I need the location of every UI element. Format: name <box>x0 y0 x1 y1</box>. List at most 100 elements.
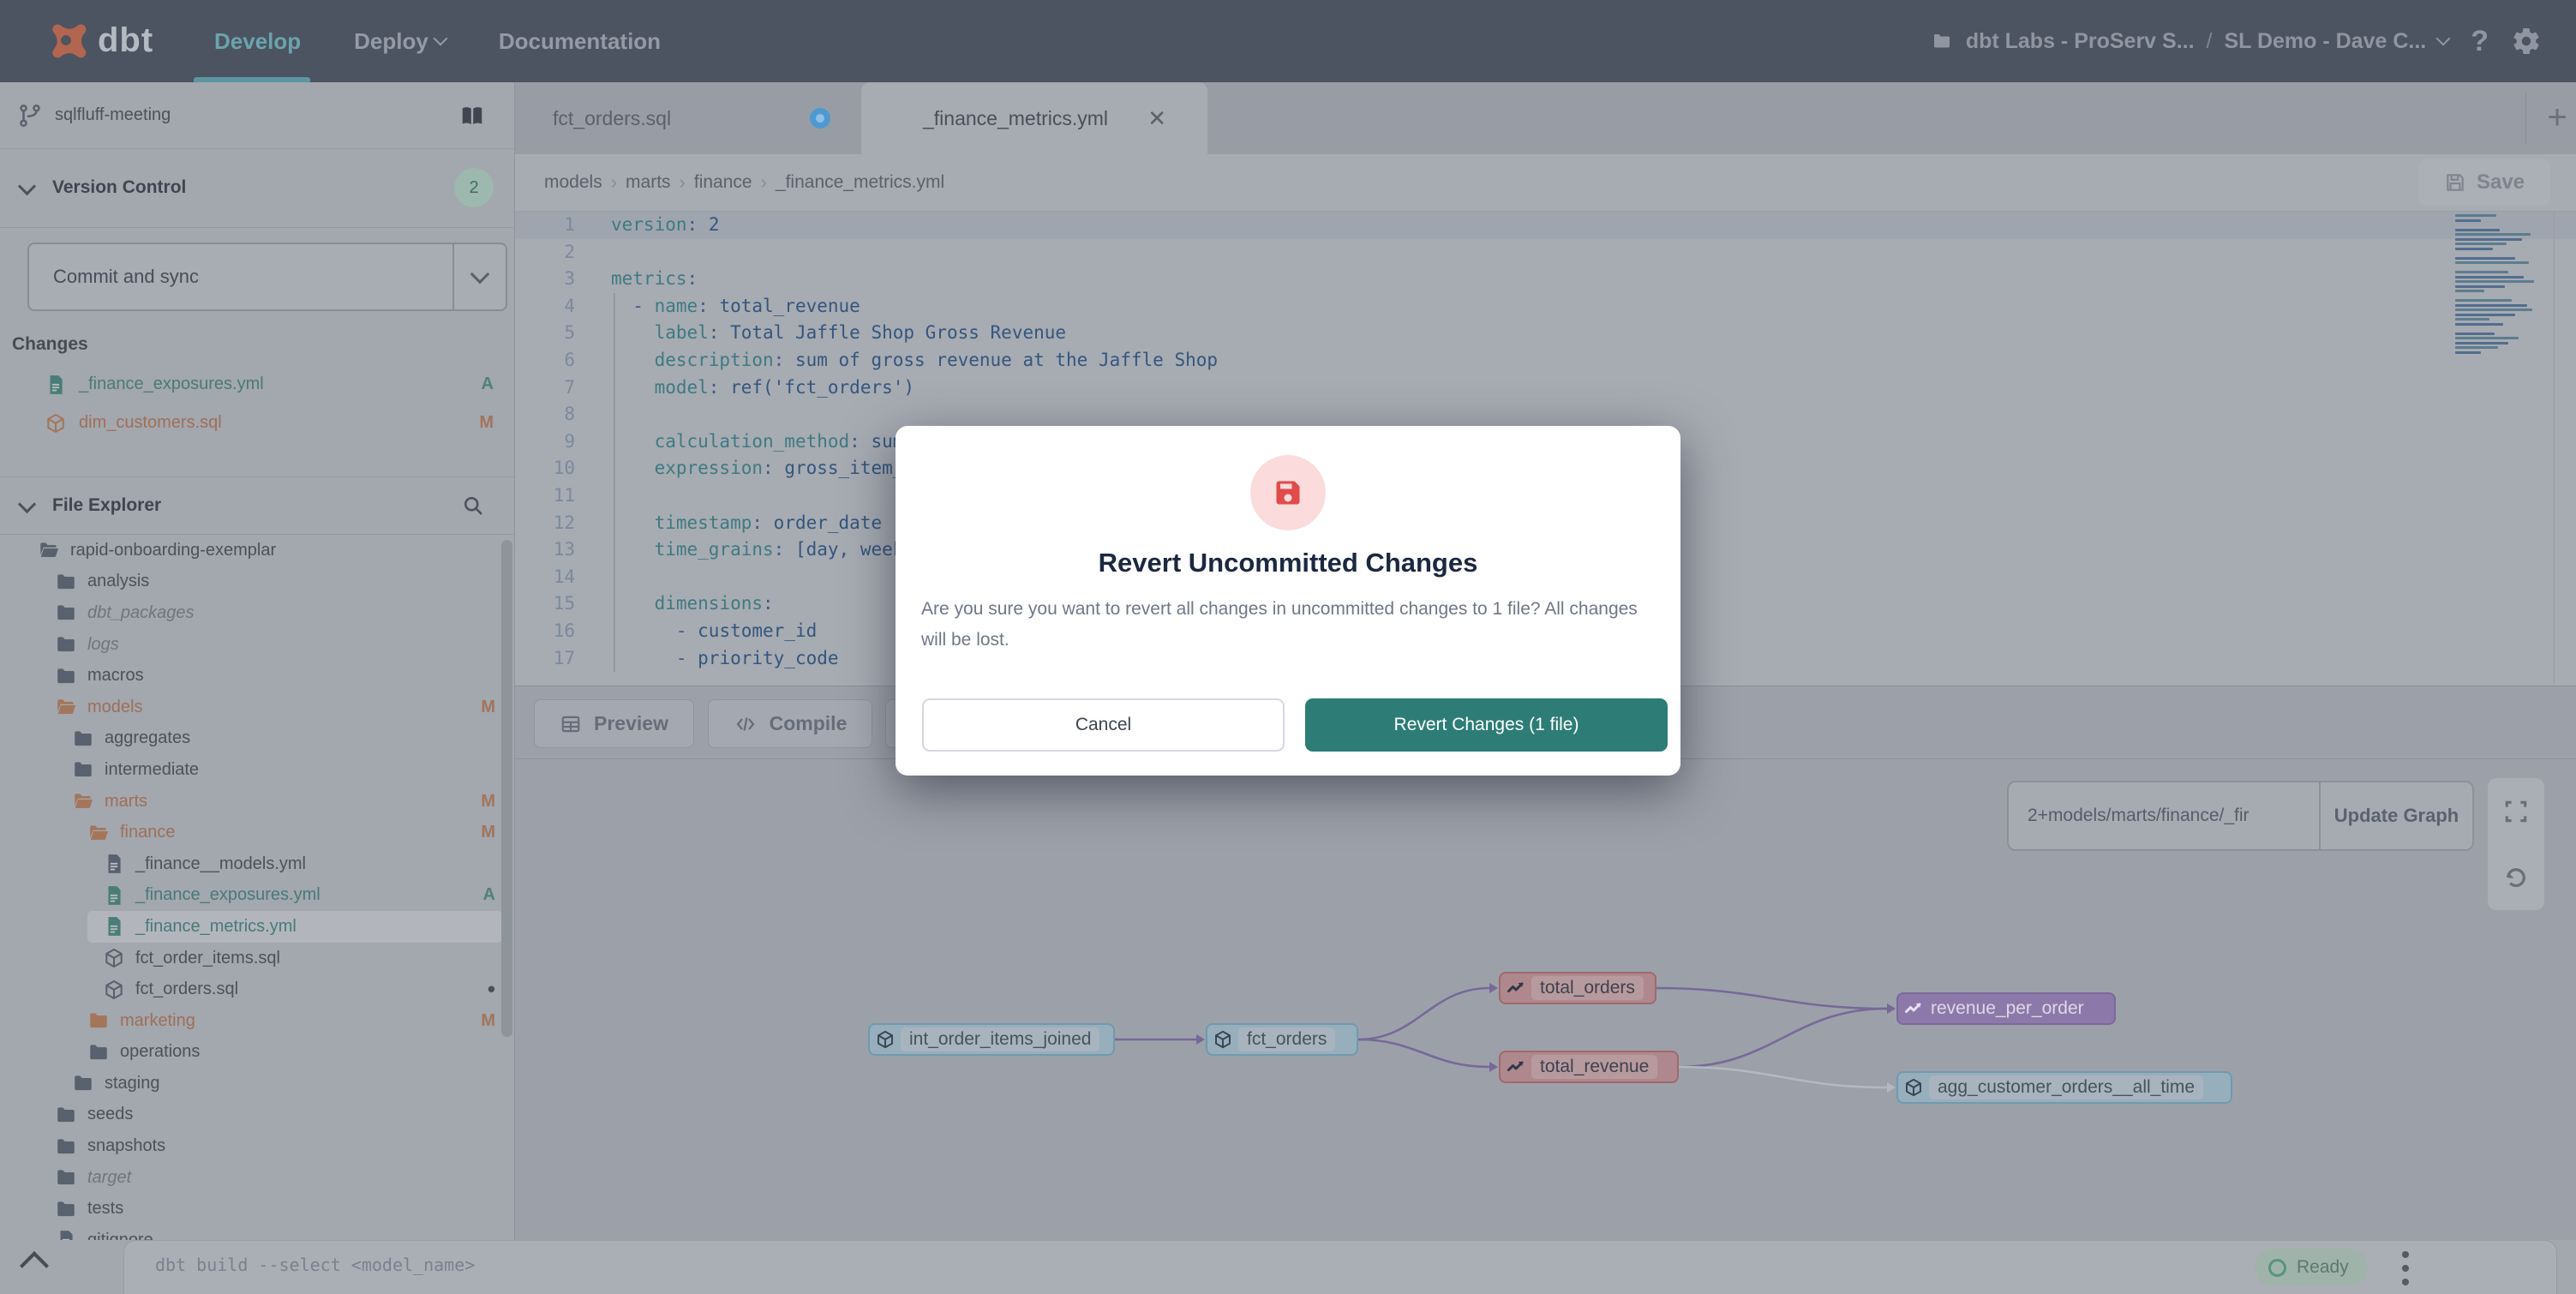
code-line-1[interactable]: 1version: 2 <box>515 212 2576 239</box>
close-icon[interactable]: ✕ <box>1147 107 1166 129</box>
new-tab-button[interactable]: + <box>2537 98 2576 137</box>
command-bar[interactable]: dbt build --select <model_name> Ready <box>123 1240 2557 1294</box>
chevron-up-icon[interactable] <box>20 1251 49 1280</box>
file-tree-item-fct-order-items-sql[interactable]: fct_order_items.sql <box>0 943 514 974</box>
branch-name[interactable]: sqlfluff-meeting <box>55 105 171 125</box>
file-tree-item-models[interactable]: modelsM <box>0 692 514 723</box>
unsaved-indicator[interactable] <box>810 108 830 129</box>
file-tree-label: logs <box>87 635 119 655</box>
file-tree-item-snapshots[interactable]: snapshots <box>0 1130 514 1162</box>
update-graph-button[interactable]: Update Graph <box>2321 782 2472 849</box>
command-input-placeholder[interactable]: dbt build --select <model_name> <box>155 1255 475 1275</box>
breadcrumb-item[interactable]: _finance_metrics.yml <box>776 172 944 193</box>
changed-file-name: _finance_exposures.yml <box>79 374 264 394</box>
refresh-icon[interactable] <box>2502 864 2530 891</box>
menu-develop[interactable]: Develop <box>214 28 301 55</box>
file-tree-item-tests[interactable]: tests <box>0 1193 514 1225</box>
code-line-5[interactable]: 5 label: Total Jaffle Shop Gross Revenue <box>515 320 2576 347</box>
file-tree-item-analysis[interactable]: analysis <box>0 566 514 598</box>
tab-fct-orders[interactable]: fct_orders.sql <box>515 82 861 154</box>
file-tree-item-logs[interactable]: logs <box>0 629 514 661</box>
project-name[interactable]: SL Demo - Dave C... <box>2225 29 2427 54</box>
file-explorer-section-header[interactable]: File Explorer <box>0 476 514 535</box>
file-tree-item-fct-orders-sql[interactable]: fct_orders.sql• <box>0 973 514 1005</box>
gear-icon[interactable] <box>2511 26 2542 57</box>
code-line-7[interactable]: 7 model: ref('fct_orders') <box>515 374 2576 402</box>
breadcrumb-item[interactable]: models <box>544 172 602 193</box>
file-tree-item-operations[interactable]: operations <box>0 1037 514 1069</box>
file-tree-item-macros[interactable]: macros <box>0 660 514 692</box>
file-tree-item-marketing[interactable]: marketingM <box>0 1005 514 1037</box>
lineage-graph-pane[interactable]: int_order_items_joined fct_orders total_or… <box>515 759 2576 1240</box>
editor-minimap[interactable] <box>2455 214 2534 309</box>
lineage-node-agg_customer_orders__all_time[interactable]: agg_customer_orders__all_time <box>1896 1071 2232 1104</box>
line-number: 7 <box>515 374 575 402</box>
file-tree-label: tests <box>87 1199 123 1219</box>
lineage-node-total_orders[interactable]: total_orders <box>1499 972 1656 1004</box>
menu-deploy[interactable]: Deploy <box>354 28 446 55</box>
file-tree-item-intermediate[interactable]: intermediate <box>0 754 514 786</box>
revert-changes-button[interactable]: Revert Changes (1 file) <box>1305 698 1668 752</box>
doc-icon <box>103 915 125 938</box>
kebab-menu-icon[interactable] <box>2400 1251 2411 1285</box>
file-tree-item--finance-metrics-yml[interactable]: _finance_metrics.yml <box>87 911 502 943</box>
line-number: 5 <box>515 320 575 347</box>
file-tree-item-marts[interactable]: martsM <box>0 786 514 818</box>
indent-guide <box>614 293 615 672</box>
file-tree-item--finance-models-yml[interactable]: _finance__models.yml <box>0 848 514 880</box>
lineage-node-int_order_items_joined[interactable]: int_order_items_joined <box>868 1023 1115 1056</box>
git-status-letter: M <box>481 792 495 812</box>
commit-and-sync-button[interactable]: Commit and sync <box>27 243 507 311</box>
revert-save-icon <box>1273 477 1303 508</box>
help-icon[interactable]: ? <box>2471 25 2489 58</box>
chevron-down-icon <box>18 177 36 195</box>
code-line-8[interactable]: 8 <box>515 401 2576 428</box>
lineage-node-total_revenue[interactable]: total_revenue <box>1499 1051 1679 1083</box>
file-tree-item-rapid-onboarding-exemplar[interactable]: rapid-onboarding-exemplar <box>0 535 514 566</box>
file-tree-item-aggregates[interactable]: aggregates <box>0 723 514 755</box>
file-tree-item-target[interactable]: target <box>0 1162 514 1194</box>
chevron-down-icon <box>2436 32 2451 46</box>
menu-documentation[interactable]: Documentation <box>499 28 661 55</box>
file-tree-item--finance-exposures-yml[interactable]: _finance_exposures.ymlA <box>0 880 514 912</box>
code-line-3[interactable]: 3metrics: <box>515 266 2576 293</box>
version-control-title: Version Control <box>52 177 186 198</box>
file-explorer-title: File Explorer <box>52 495 161 516</box>
fullscreen-icon[interactable] <box>2502 798 2530 825</box>
code-line-4[interactable]: 4 - name: total_revenue <box>515 293 2576 321</box>
code-line-2[interactable]: 2 <box>515 239 2576 267</box>
preview-button[interactable]: Preview <box>534 699 694 748</box>
graph-filter-group: 2+models/marts/finance/_fir Update Graph <box>2007 781 2474 851</box>
tab-finance-metrics[interactable]: _finance_metrics.yml ✕ <box>861 82 1207 154</box>
account-project-breadcrumb[interactable]: dbt Labs - ProServ S... / SL Demo - Dave… <box>1930 29 2448 54</box>
file-tree-item-finance[interactable]: financeM <box>0 817 514 848</box>
change-list-item[interactable]: _finance_exposures.ymlA <box>0 365 514 404</box>
cancel-button[interactable]: Cancel <box>922 698 1285 752</box>
line-number: 9 <box>515 428 575 456</box>
graph-filter-input[interactable]: 2+models/marts/finance/_fir <box>2009 782 2321 849</box>
file-tree-label: operations <box>120 1042 200 1062</box>
breadcrumb-item[interactable]: marts <box>626 172 671 193</box>
change-list-item[interactable]: dim_customers.sqlM <box>0 404 514 442</box>
search-icon[interactable] <box>461 494 485 518</box>
account-name[interactable]: dbt Labs - ProServ S... <box>1966 29 2195 54</box>
git-status-letter: M <box>481 1011 495 1031</box>
commit-options-toggle[interactable] <box>452 244 506 309</box>
version-control-section-header[interactable]: Version Control 2 <box>0 148 514 228</box>
save-button[interactable]: Save <box>2418 159 2550 206</box>
file-tree-item-seeds[interactable]: seeds <box>0 1099 514 1131</box>
code-line-6[interactable]: 6 description: sum of gross revenue at t… <box>515 347 2576 374</box>
line-number: 3 <box>515 266 575 293</box>
changelog-book-icon[interactable] <box>458 103 487 129</box>
folder-icon <box>87 1009 110 1032</box>
dbt-logo[interactable]: dbt <box>43 17 153 63</box>
sidebar-scrollbar[interactable] <box>501 540 512 1037</box>
compile-button[interactable]: Compile <box>708 699 872 748</box>
lineage-node-fct_orders[interactable]: fct_orders <box>1206 1023 1358 1056</box>
breadcrumb-item[interactable]: finance <box>694 172 752 193</box>
file-tree-item-staging[interactable]: staging <box>0 1068 514 1099</box>
lineage-node-revenue_per_order[interactable]: revenue_per_order <box>1896 992 2116 1025</box>
folder-icon <box>72 728 94 750</box>
node-label: revenue_per_order <box>1929 997 2093 1021</box>
file-tree-item-dbt-packages[interactable]: dbt_packages <box>0 597 514 629</box>
